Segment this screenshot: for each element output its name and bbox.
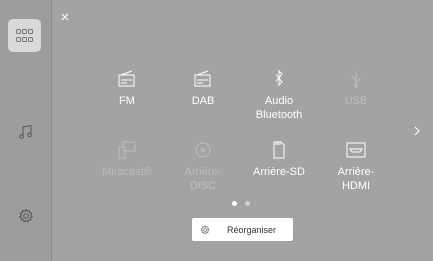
miracast-icon <box>118 141 136 159</box>
usb-icon <box>351 71 361 88</box>
source-tile-arriere-sd[interactable]: Arrière-SD <box>243 141 315 179</box>
close-icon[interactable] <box>60 12 70 22</box>
disc-icon <box>195 142 211 158</box>
grid-icon <box>15 28 33 42</box>
source-label-line2: DISC <box>189 180 217 192</box>
source-tile-arriere-hdmi[interactable]: Arrière- HDMI <box>320 141 392 193</box>
music-note-icon[interactable] <box>18 124 34 140</box>
hdmi-icon <box>346 142 366 158</box>
reorganize-button[interactable]: Réorganiser <box>192 218 293 241</box>
source-tile-audio-bluetooth[interactable]: Audio Bluetooth <box>243 70 315 122</box>
apps-button[interactable] <box>8 19 41 52</box>
gear-icon <box>200 224 210 234</box>
source-tile-arriere-disc[interactable]: Arrière- DISC <box>167 141 239 193</box>
radio-icon <box>194 70 211 87</box>
source-tile-dab[interactable]: DAB <box>167 70 239 108</box>
bluetooth-icon <box>275 70 283 87</box>
sidebar <box>0 0 52 261</box>
source-label: Miracast® <box>102 166 152 178</box>
audio-source-screen: FM DAB Audio Bluetooth USB Miracast® Arr… <box>0 0 433 261</box>
source-label-line1: Arrière- <box>184 166 222 178</box>
chevron-right-icon[interactable] <box>413 125 421 137</box>
page-dot-active <box>232 201 237 206</box>
source-label-line1: Audio <box>264 95 294 107</box>
source-tile-fm[interactable]: FM <box>91 70 163 108</box>
source-label: DAB <box>191 95 215 107</box>
gear-icon[interactable] <box>18 208 34 224</box>
source-label-line1: Arrière- <box>337 166 375 178</box>
page-dot <box>245 201 250 206</box>
source-label-line2: Bluetooth <box>255 109 303 121</box>
radio-icon <box>118 70 135 87</box>
sd-card-icon <box>273 141 285 159</box>
source-label: USB <box>344 95 368 107</box>
reorganize-label: Réorganiser <box>227 224 277 235</box>
source-label: FM <box>119 95 135 107</box>
source-tile-usb[interactable]: USB <box>320 70 392 108</box>
source-label: Arrière-SD <box>253 166 305 178</box>
page-indicator <box>229 201 255 207</box>
source-label-line2: HDMI <box>341 180 371 192</box>
source-tile-miracast[interactable]: Miracast® <box>91 141 163 179</box>
